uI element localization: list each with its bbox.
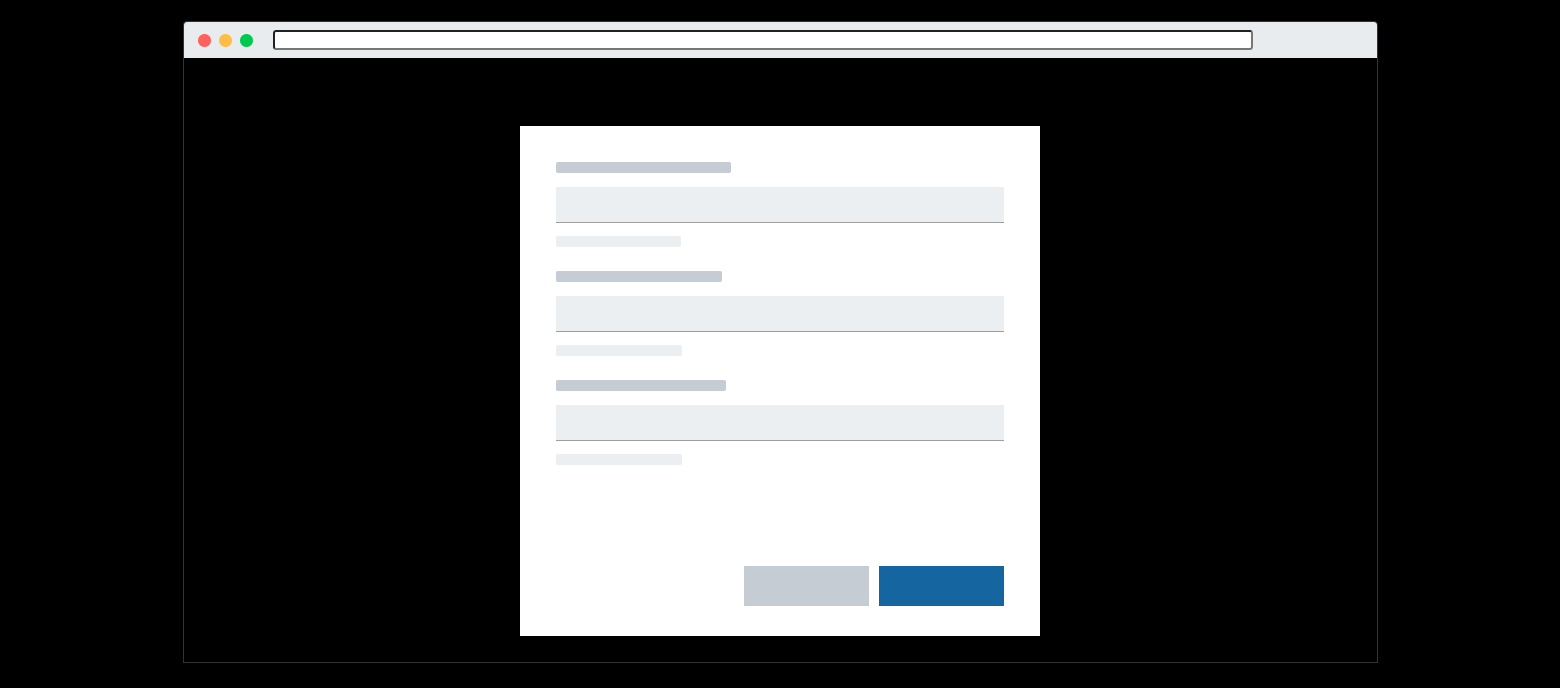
browser-window [183, 21, 1378, 663]
minimize-icon[interactable] [219, 34, 232, 47]
field-1-help [556, 236, 681, 247]
maximize-icon[interactable] [240, 34, 253, 47]
field-3-input[interactable] [556, 405, 1004, 441]
field-1-input[interactable] [556, 187, 1004, 223]
primary-button[interactable] [879, 566, 1004, 606]
form-group-1 [556, 162, 1004, 247]
form-group-2 [556, 271, 1004, 356]
field-2-help [556, 345, 682, 356]
traffic-lights [198, 34, 253, 47]
close-icon[interactable] [198, 34, 211, 47]
secondary-button[interactable] [744, 566, 869, 606]
field-2-label [556, 271, 722, 282]
field-1-label [556, 162, 731, 173]
address-bar[interactable] [273, 30, 1253, 50]
browser-chrome [184, 22, 1377, 58]
field-2-input[interactable] [556, 296, 1004, 332]
form-group-3 [556, 380, 1004, 465]
viewport [184, 58, 1377, 662]
form-actions [556, 566, 1004, 606]
field-3-label [556, 380, 726, 391]
form-card [520, 126, 1040, 636]
field-3-help [556, 454, 682, 465]
